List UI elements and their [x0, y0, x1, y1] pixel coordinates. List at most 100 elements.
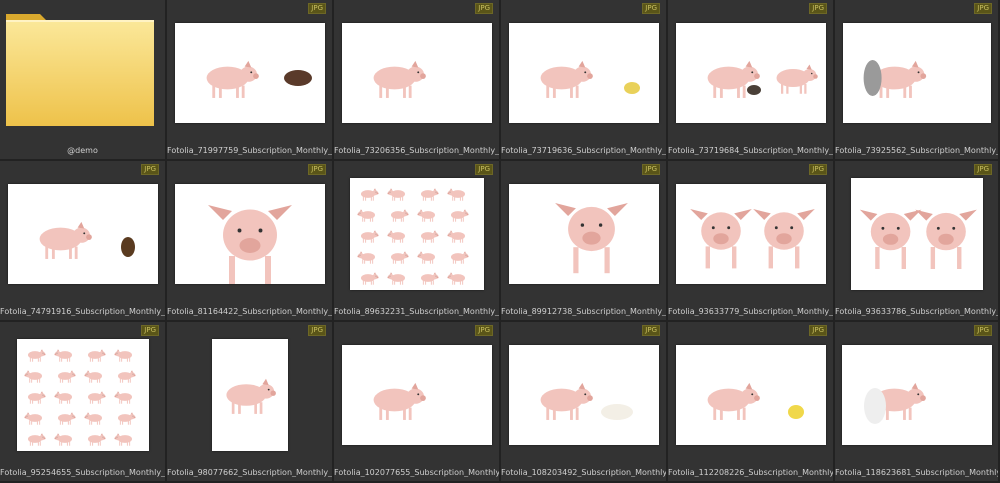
folder-tile[interactable]: @demo [0, 0, 167, 161]
pig-figure [53, 433, 72, 446]
jpg-badge: JPG [809, 164, 827, 175]
file-tile[interactable]: JPG Fotolia_98077662_Subscription_Monthl… [167, 322, 334, 483]
pig-figure [873, 60, 926, 98]
pig-figure [390, 251, 409, 264]
pig-figure [57, 412, 76, 425]
pig-figure [689, 209, 752, 269]
pig-figure [57, 370, 76, 383]
pig-figure [416, 209, 435, 222]
file-tile[interactable]: JPG Fotolia_102077655_Subscription_Month… [334, 322, 501, 483]
jpg-badge: JPG [809, 325, 827, 336]
pig-figure [113, 349, 132, 362]
image-thumbnail [675, 184, 826, 284]
jpg-badge: JPG [141, 164, 159, 175]
file-name: Fotolia_98077662_Subscription_Monthly_XL [167, 468, 332, 477]
animal-figure [787, 405, 804, 419]
image-thumbnail [675, 345, 826, 445]
jpg-badge: JPG [308, 164, 326, 175]
file-tile[interactable]: JPG Fotolia_74791916_Subscription_Monthl… [0, 161, 167, 322]
pig-figure [446, 188, 465, 201]
file-name: Fotolia_73719684_Subscription_Monthly_XL [668, 146, 833, 155]
file-name: Fotolia_89632231_Subscription_Monthly_XX… [334, 307, 499, 316]
file-name: Fotolia_73206356_Subscription_Monthly_XL [334, 146, 499, 155]
file-tile[interactable]: JPG Fotolia_118623681_Subscription_Month… [835, 322, 1000, 483]
jpg-badge: JPG [974, 325, 992, 336]
pig-figure [390, 209, 409, 222]
pig-figure [450, 251, 469, 264]
file-tile[interactable]: JPG Fotolia_73719636_Subscription_Monthl… [501, 0, 668, 161]
file-name: Fotolia_81164422_Subscription_Monthly_XL [167, 307, 332, 316]
file-tile[interactable]: JPG Fotolia_73925562_Subscription_Monthl… [835, 0, 1000, 161]
file-name: Fotolia_93633779_Subscription_Monthly_XL [668, 307, 833, 316]
jpg-badge: JPG [475, 325, 493, 336]
pig-figure [117, 412, 136, 425]
pig-figure [540, 382, 593, 420]
animal-figure [863, 60, 882, 96]
pig-figure [225, 378, 276, 414]
file-tile[interactable]: JPG Fotolia_112208226_Subscription_Month… [668, 322, 835, 483]
jpg-badge: JPG [974, 3, 992, 14]
animal-figure [120, 237, 135, 257]
image-thumbnail [508, 345, 659, 445]
image-thumbnail [842, 23, 991, 123]
animal-figure [863, 388, 886, 424]
file-name: Fotolia_112208226_Subscription_Monthly_X… [668, 468, 833, 477]
pig-figure [87, 391, 106, 404]
file-name: Fotolia_73925562_Subscription_Monthly_XL [835, 146, 998, 155]
file-name: Fotolia_74791916_Subscription_Monthly_XL [0, 307, 165, 316]
image-thumbnail [211, 339, 288, 451]
animal-figure [623, 82, 640, 94]
pig-figure [83, 370, 102, 383]
pig-figure [360, 272, 379, 285]
file-name: Fotolia_71997759_Subscription_Monthly_XL [167, 146, 332, 155]
pig-figure [420, 272, 439, 285]
pig-figure [356, 251, 375, 264]
animal-figure [283, 70, 312, 86]
pig-figure [207, 205, 292, 284]
image-thumbnail [508, 23, 659, 123]
file-tile[interactable]: JPG Fotolia_81164422_Subscription_Monthl… [167, 161, 334, 322]
file-tile[interactable]: JPG Fotolia_93633779_Subscription_Monthl… [668, 161, 835, 322]
jpg-badge: JPG [308, 325, 326, 336]
file-tile[interactable]: JPG Fotolia_73206356_Subscription_Monthl… [334, 0, 501, 161]
file-tile[interactable]: JPG Fotolia_73719684_Subscription_Monthl… [668, 0, 835, 161]
pig-figure [540, 60, 593, 98]
jpg-badge: JPG [809, 3, 827, 14]
image-thumbnail [841, 345, 992, 445]
file-tile[interactable]: JPG Fotolia_89912738_Subscription_Monthl… [501, 161, 668, 322]
image-thumbnail [850, 178, 983, 290]
pig-figure [446, 230, 465, 243]
pig-figure [83, 412, 102, 425]
jpg-badge: JPG [974, 164, 992, 175]
image-thumbnail [174, 23, 325, 123]
file-tile[interactable]: JPG Fotolia_93633786_Subscription_Monthl… [835, 161, 1000, 322]
file-tile[interactable]: JPG Fotolia_95254655_Subscription_Monthl… [0, 322, 167, 483]
pig-figure [373, 382, 426, 420]
pig-figure [113, 391, 132, 404]
file-name: Fotolia_89912738_Subscription_Monthly_XL [501, 307, 666, 316]
pig-figure [450, 209, 469, 222]
pig-figure [386, 188, 405, 201]
file-tile[interactable]: JPG Fotolia_89632231_Subscription_Monthl… [334, 161, 501, 322]
file-name: Fotolia_118623681_Subscription_Monthly_X… [835, 468, 998, 477]
image-thumbnail [341, 345, 492, 445]
pig-figure [420, 188, 439, 201]
file-name: Fotolia_108203492_Subscription_Monthly_X… [501, 468, 666, 477]
jpg-badge: JPG [642, 3, 660, 14]
file-name: Fotolia_95254655_Subscription_Monthly_XX… [0, 468, 165, 477]
pig-figure [386, 272, 405, 285]
pig-figure [23, 412, 42, 425]
file-tile[interactable]: JPG Fotolia_71997759_Subscription_Monthl… [167, 0, 334, 161]
image-thumbnail [7, 184, 158, 284]
pig-figure [416, 251, 435, 264]
pig-figure [356, 209, 375, 222]
image-thumbnail [508, 184, 659, 284]
pig-figure [53, 391, 72, 404]
pig-figure [554, 203, 628, 274]
pig-figure [360, 230, 379, 243]
pig-figure [420, 230, 439, 243]
pig-figure [87, 433, 106, 446]
file-name: Fotolia_93633786_Subscription_Monthly_XL [835, 307, 998, 316]
file-tile[interactable]: JPG Fotolia_108203492_Subscription_Month… [501, 322, 668, 483]
jpg-badge: JPG [475, 3, 493, 14]
